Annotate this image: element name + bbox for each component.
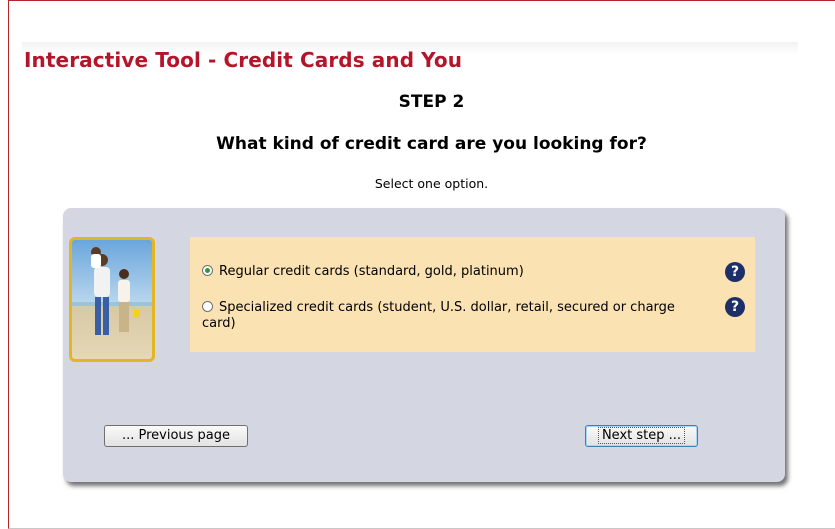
step-label: STEP 2: [398, 92, 465, 112]
radio-regular-cards[interactable]: [202, 265, 213, 276]
option-specialized-label: Specialized credit cards (student, U.S. …: [202, 300, 675, 331]
step-question: What kind of credit card are you looking…: [216, 134, 647, 154]
options-box: Regular credit cards (standard, gold, pl…: [190, 237, 755, 352]
couple-photo: [69, 237, 155, 362]
next-step-button[interactable]: Next step ...: [585, 425, 698, 447]
step-instruction: Select one option.: [374, 176, 489, 191]
previous-page-button[interactable]: ... Previous page: [104, 425, 248, 447]
beach-couple-image: [72, 240, 152, 359]
option-regular-cards[interactable]: Regular credit cards (standard, gold, pl…: [202, 264, 722, 280]
help-icon-regular[interactable]: ?: [725, 262, 745, 282]
next-step-label: Next step ...: [597, 427, 686, 444]
option-regular-label: Regular credit cards (standard, gold, pl…: [219, 264, 524, 279]
help-icon-specialized[interactable]: ?: [725, 297, 745, 317]
radio-specialized-cards[interactable]: [202, 301, 213, 312]
page-title: Interactive Tool - Credit Cards and You: [24, 48, 463, 72]
option-specialized-cards[interactable]: Specialized credit cards (student, U.S. …: [202, 300, 702, 332]
